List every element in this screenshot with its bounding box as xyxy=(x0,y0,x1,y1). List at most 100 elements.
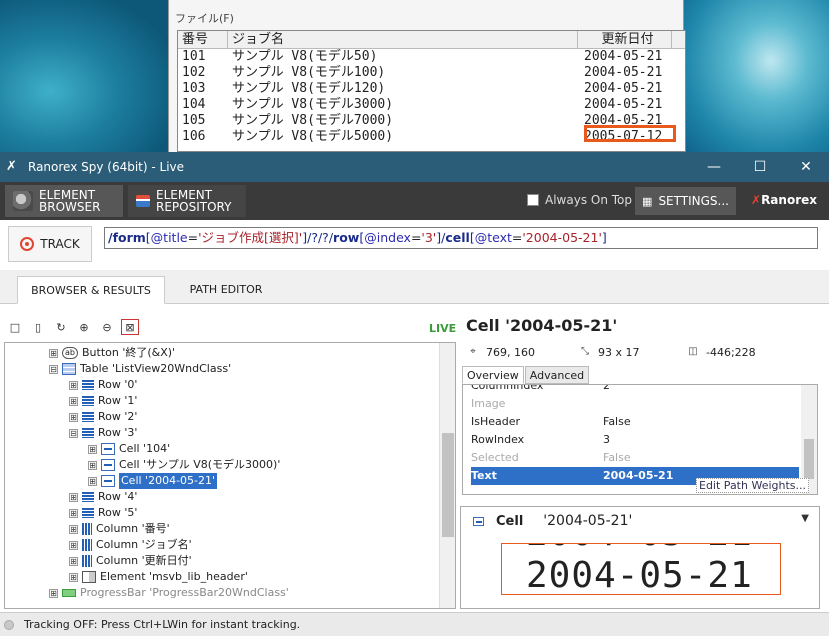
always-on-top-checkbox[interactable] xyxy=(527,194,539,206)
maximize-button[interactable]: ☐ xyxy=(737,152,783,182)
target-col-date[interactable]: 更新日付 xyxy=(578,31,672,48)
button-node-icon: ab xyxy=(62,347,78,359)
expand-icon[interactable]: ⊞ xyxy=(88,460,97,470)
tab-label-line2: REPOSITORY xyxy=(156,200,232,214)
expand-icon[interactable]: ⊞ xyxy=(69,524,78,534)
tree-node[interactable]: ⊞ Cell '104' xyxy=(88,441,170,457)
track-button[interactable]: TRACK xyxy=(8,226,92,262)
tab-element-browser[interactable]: ELEMENT BROWSER xyxy=(5,185,123,217)
target-cell-number: 101 xyxy=(182,49,206,64)
property-row[interactable]: Image xyxy=(471,395,799,413)
tab-path-editor[interactable]: PATH EDITOR xyxy=(176,276,276,304)
element-tree[interactable]: ⊞ ab Button '終了(&X)' ⊟ Table 'ListView20Wnd… xyxy=(4,342,456,609)
row-node-icon xyxy=(82,492,94,502)
tree-node[interactable]: ⊞ Element 'msvb_lib_header' xyxy=(69,569,248,585)
expand-icon[interactable]: ⊞ xyxy=(69,556,78,566)
tree-node-label: Row '5' xyxy=(98,506,138,519)
expand-icon[interactable]: ⊞ xyxy=(88,476,97,486)
tree-node-selected[interactable]: ⊞ Cell '2004-05-21' xyxy=(88,473,218,489)
collapse-icon[interactable]: ⊟ xyxy=(69,428,78,438)
tab-browser-results[interactable]: BROWSER & RESULTS xyxy=(17,276,165,304)
ranorexpath-input[interactable]: /form[@title='ジョブ作成[選択]']/?/?/row[@index… xyxy=(104,227,818,249)
property-value: False xyxy=(603,415,631,428)
tree-node[interactable]: ⊞ ProgressBar 'ProgressBar20WndClass' xyxy=(49,585,289,601)
target-list-row[interactable]: 102 サンプル V8(モデル100) 2004-05-21 xyxy=(178,65,685,81)
target-application-window: ファイル(F) 番号 ジョブ名 更新日付 101 サンプル V8(モデル50) 20… xyxy=(168,0,686,152)
expand-icon[interactable]: ⊞ xyxy=(49,588,58,598)
always-on-top-toggle[interactable]: Always On Top xyxy=(527,193,632,207)
tree-scrollbar[interactable] xyxy=(439,343,455,608)
target-file-menu[interactable]: ファイル(F) xyxy=(175,10,234,26)
highlight-element-icon[interactable]: ⊠ xyxy=(121,319,139,335)
property-key: Image xyxy=(471,397,506,410)
target-list-row[interactable]: 103 サンプル V8(モデル120) 2004-05-21 xyxy=(178,81,685,97)
tab-advanced[interactable]: Advanced xyxy=(524,366,590,384)
edit-path-weights-link[interactable]: Edit Path Weights... xyxy=(696,478,810,493)
target-cell-number: 102 xyxy=(182,65,206,80)
expand-icon[interactable]: ⊞ xyxy=(69,508,78,518)
expand-icon[interactable]: ⊞ xyxy=(49,348,58,358)
expand-icon[interactable]: ⊞ xyxy=(69,492,78,502)
collapse-icon[interactable]: ⊟ xyxy=(49,364,58,374)
path-segment: '3' xyxy=(421,230,437,245)
add-to-repository-icon[interactable]: ⊕ xyxy=(75,319,93,335)
property-row[interactable]: Selected False xyxy=(471,449,799,467)
expand-icon[interactable]: ⊞ xyxy=(69,380,78,390)
tree-node[interactable]: ⊞ Column '番号' xyxy=(69,521,170,537)
expand-icon[interactable]: ⊞ xyxy=(88,444,97,454)
tree-node[interactable]: ⊞ Row '2' xyxy=(69,409,137,425)
target-list-row[interactable]: 104 サンプル V8(モデル3000) 2004-05-21 xyxy=(178,97,685,113)
preview-name: '2004-05-21' xyxy=(543,513,633,529)
tree-node[interactable]: ⊞ Column '更新日付' xyxy=(69,553,192,569)
device-icon[interactable]: ▯ xyxy=(29,319,47,335)
path-segment: = xyxy=(187,230,199,245)
target-col-number[interactable]: 番号 xyxy=(178,31,228,48)
tree-node[interactable]: ⊞ Row '0' xyxy=(69,377,137,393)
tree-node-label: Row '2' xyxy=(98,410,138,423)
sub-tab-bar: BROWSER & RESULTS PATH EDITOR xyxy=(0,270,829,304)
cell-node-icon xyxy=(101,443,115,455)
expand-icon[interactable]: ⊞ xyxy=(69,396,78,406)
settings-button[interactable]: ▦ SETTINGS... xyxy=(635,187,736,215)
expand-icon[interactable]: ⊞ xyxy=(69,572,78,582)
title-bar[interactable]: ✗ Ranorex Spy (64bit) - Live — ☐ ✕ xyxy=(0,152,829,182)
refresh-icon[interactable]: ↻ xyxy=(52,319,70,335)
tree-node-label: Element 'msvb_lib_header' xyxy=(100,570,248,583)
target-list-row[interactable]: 101 サンプル V8(モデル50) 2004-05-21 xyxy=(178,49,685,65)
property-value: 2 xyxy=(603,384,610,392)
properties-scrollbar-thumb[interactable] xyxy=(804,439,814,479)
row-node-icon xyxy=(82,428,94,438)
tree-node[interactable]: ⊞ Row '5' xyxy=(69,505,137,521)
property-row[interactable]: IsHeader False xyxy=(471,413,799,431)
tree-node[interactable]: ⊟ Table 'ListView20WndClass' xyxy=(49,361,231,377)
target-col-jobname[interactable]: ジョブ名 xyxy=(228,31,578,48)
tree-node[interactable]: ⊞ Row '1' xyxy=(69,393,137,409)
target-cell-jobname: サンプル V8(モデル50) xyxy=(232,49,378,64)
tree-node[interactable]: ⊟ Row '3' xyxy=(69,425,137,441)
row-node-icon xyxy=(82,412,94,422)
ranorex-logo-text: Ranorex xyxy=(761,193,817,207)
tree-node[interactable]: ⊞ Column 'ジョブ名' xyxy=(69,537,192,553)
desktop-icon[interactable]: □ xyxy=(6,319,24,335)
tree-node[interactable]: ⊞ Row '4' xyxy=(69,489,137,505)
tree-scrollbar-thumb[interactable] xyxy=(442,433,454,537)
tab-element-repository[interactable]: ELEMENT REPOSITORY xyxy=(128,185,246,217)
expand-icon[interactable]: ⊞ xyxy=(69,540,78,550)
column-node-icon xyxy=(82,539,92,551)
tree-node[interactable]: ⊞ ab Button '終了(&X)' xyxy=(49,345,175,361)
tab-overview[interactable]: Overview xyxy=(462,366,524,384)
element-node-icon xyxy=(82,571,96,583)
element-repository-icon xyxy=(136,195,150,207)
remove-icon[interactable]: ⊖ xyxy=(98,319,116,335)
expand-icon[interactable]: ⊞ xyxy=(69,412,78,422)
chevron-down-icon[interactable]: ▼ xyxy=(801,513,809,524)
target-job-list[interactable]: 番号 ジョブ名 更新日付 101 サンプル V8(モデル50) 2004-05-21… xyxy=(177,30,686,152)
path-segment: ]/ xyxy=(436,230,446,245)
minimize-button[interactable]: — xyxy=(691,152,737,182)
property-row[interactable]: ColumnIndex 2 xyxy=(471,384,799,395)
close-button[interactable]: ✕ xyxy=(783,152,829,182)
tree-node[interactable]: ⊞ Cell 'サンプル V8(モデル3000)' xyxy=(88,457,280,473)
target-cell-date: 2004-05-21 xyxy=(584,97,663,112)
property-row[interactable]: RowIndex 3 xyxy=(471,431,799,449)
path-segment: '2004-05-21' xyxy=(522,230,602,245)
